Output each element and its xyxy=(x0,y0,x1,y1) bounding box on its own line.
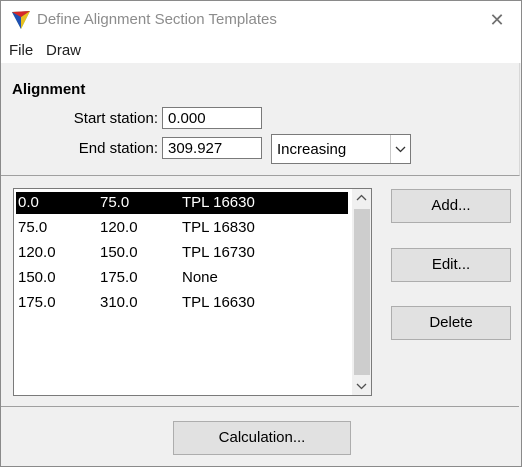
title-bar[interactable]: Define Alignment Section Templates ✕ xyxy=(1,1,521,39)
row-start-station: 120.0 xyxy=(18,244,56,261)
alignment-group: Alignment Start station: 0.000 End stati… xyxy=(1,63,520,176)
list-item[interactable]: 175.0 310.0 TPL 16630 xyxy=(16,292,348,314)
close-icon[interactable]: ✕ xyxy=(487,9,507,31)
dialog-body: Alignment Start station: 0.000 End stati… xyxy=(1,63,521,466)
delete-button[interactable]: Delete xyxy=(391,306,511,340)
scroll-up-icon[interactable] xyxy=(352,189,371,208)
list-item[interactable]: 0.0 75.0 TPL 16630 xyxy=(16,192,348,214)
edit-button[interactable]: Edit... xyxy=(391,248,511,282)
end-station-field[interactable]: 309.927 xyxy=(162,137,262,159)
direction-selected-value: Increasing xyxy=(277,141,347,158)
menu-bar: File Draw xyxy=(1,39,521,63)
list-item[interactable]: 75.0 120.0 TPL 16830 xyxy=(16,217,348,239)
row-end-station: 75.0 xyxy=(100,194,130,211)
start-station-label: Start station: xyxy=(73,110,158,127)
window-title: Define Alignment Section Templates xyxy=(37,11,277,28)
row-start-station: 175.0 xyxy=(18,294,56,311)
list-item[interactable]: 150.0 175.0 None xyxy=(16,267,348,289)
start-station-field[interactable]: 0.000 xyxy=(162,107,262,129)
dialog-window: Define Alignment Section Templates ✕ Fil… xyxy=(0,0,522,467)
scroll-down-icon[interactable] xyxy=(352,376,371,395)
chevron-down-icon[interactable] xyxy=(390,135,410,163)
vertical-scrollbar[interactable] xyxy=(352,189,371,395)
app-logo-icon xyxy=(12,11,30,29)
sections-group: 0.0 75.0 TPL 16630 75.0 120.0 TPL 16830 120.0 1… xyxy=(1,176,519,407)
row-end-station: 120.0 xyxy=(100,219,138,236)
alignment-group-title: Alignment xyxy=(12,81,86,98)
row-template: TPL 16830 xyxy=(182,219,255,236)
menu-file[interactable]: File xyxy=(9,42,33,59)
row-start-station: 75.0 xyxy=(18,219,48,236)
row-template: TPL 16630 xyxy=(182,194,255,211)
direction-dropdown[interactable]: Increasing xyxy=(271,134,411,164)
menu-draw[interactable]: Draw xyxy=(46,42,81,59)
row-start-station: 0.0 xyxy=(18,194,39,211)
row-end-station: 150.0 xyxy=(100,244,138,261)
row-end-station: 175.0 xyxy=(100,269,138,286)
row-template: None xyxy=(182,269,218,286)
row-template: TPL 16630 xyxy=(182,294,255,311)
row-end-station: 310.0 xyxy=(100,294,138,311)
calculation-button[interactable]: Calculation... xyxy=(173,421,351,455)
row-template: TPL 16730 xyxy=(182,244,255,261)
section-list[interactable]: 0.0 75.0 TPL 16630 75.0 120.0 TPL 16830 120.0 1… xyxy=(13,188,372,396)
add-button[interactable]: Add... xyxy=(391,189,511,223)
list-item[interactable]: 120.0 150.0 TPL 16730 xyxy=(16,242,348,264)
end-station-label: End station: xyxy=(78,140,158,157)
row-start-station: 150.0 xyxy=(18,269,56,286)
scrollbar-thumb[interactable] xyxy=(354,209,370,375)
